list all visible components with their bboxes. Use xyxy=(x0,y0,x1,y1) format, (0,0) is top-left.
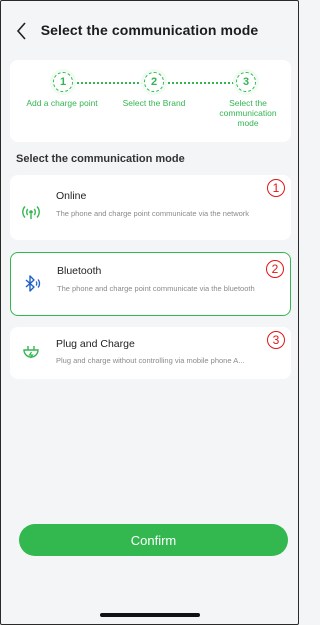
plug-icon xyxy=(23,346,39,359)
option-bluetooth[interactable]: Bluetooth The phone and charge point com… xyxy=(10,252,291,316)
option-plug-and-charge[interactable]: Plug and Charge Plug and charge without … xyxy=(10,327,291,379)
step-2-circle: 2 xyxy=(144,72,164,92)
option-online[interactable]: Online The phone and charge point commun… xyxy=(10,175,291,240)
option-title: Plug and Charge xyxy=(56,338,135,350)
step-1-circle: 1 xyxy=(53,72,73,92)
step-1-label: Add a charge point xyxy=(26,98,98,108)
option-description: The phone and charge point communicate v… xyxy=(56,209,250,218)
option-description: Plug and charge without controlling via … xyxy=(56,356,245,365)
marker-2: 2 xyxy=(266,260,284,278)
marker-1: 1 xyxy=(267,179,285,197)
header: Select the communication mode xyxy=(0,14,299,50)
option-description: The phone and charge point communicate v… xyxy=(57,284,255,293)
section-title: Select the communication mode xyxy=(16,153,185,165)
step-2-label: Select the Brand xyxy=(122,98,186,108)
wireless-signal-icon xyxy=(22,206,40,219)
step-connector xyxy=(77,82,143,84)
option-title: Bluetooth xyxy=(57,265,102,277)
marker-3: 3 xyxy=(267,331,285,349)
bluetooth-icon xyxy=(25,275,41,292)
step-3-label: Select the communication mode xyxy=(219,98,277,128)
confirm-button[interactable]: Confirm xyxy=(19,524,288,556)
option-title: Online xyxy=(56,190,87,202)
step-connector xyxy=(168,82,234,84)
progress-steps: 1 2 3 Add a charge point Select the Bran… xyxy=(10,60,291,142)
step-3-circle: 3 xyxy=(236,72,256,92)
home-indicator[interactable] xyxy=(100,613,200,617)
page-title: Select the communication mode xyxy=(40,22,259,38)
